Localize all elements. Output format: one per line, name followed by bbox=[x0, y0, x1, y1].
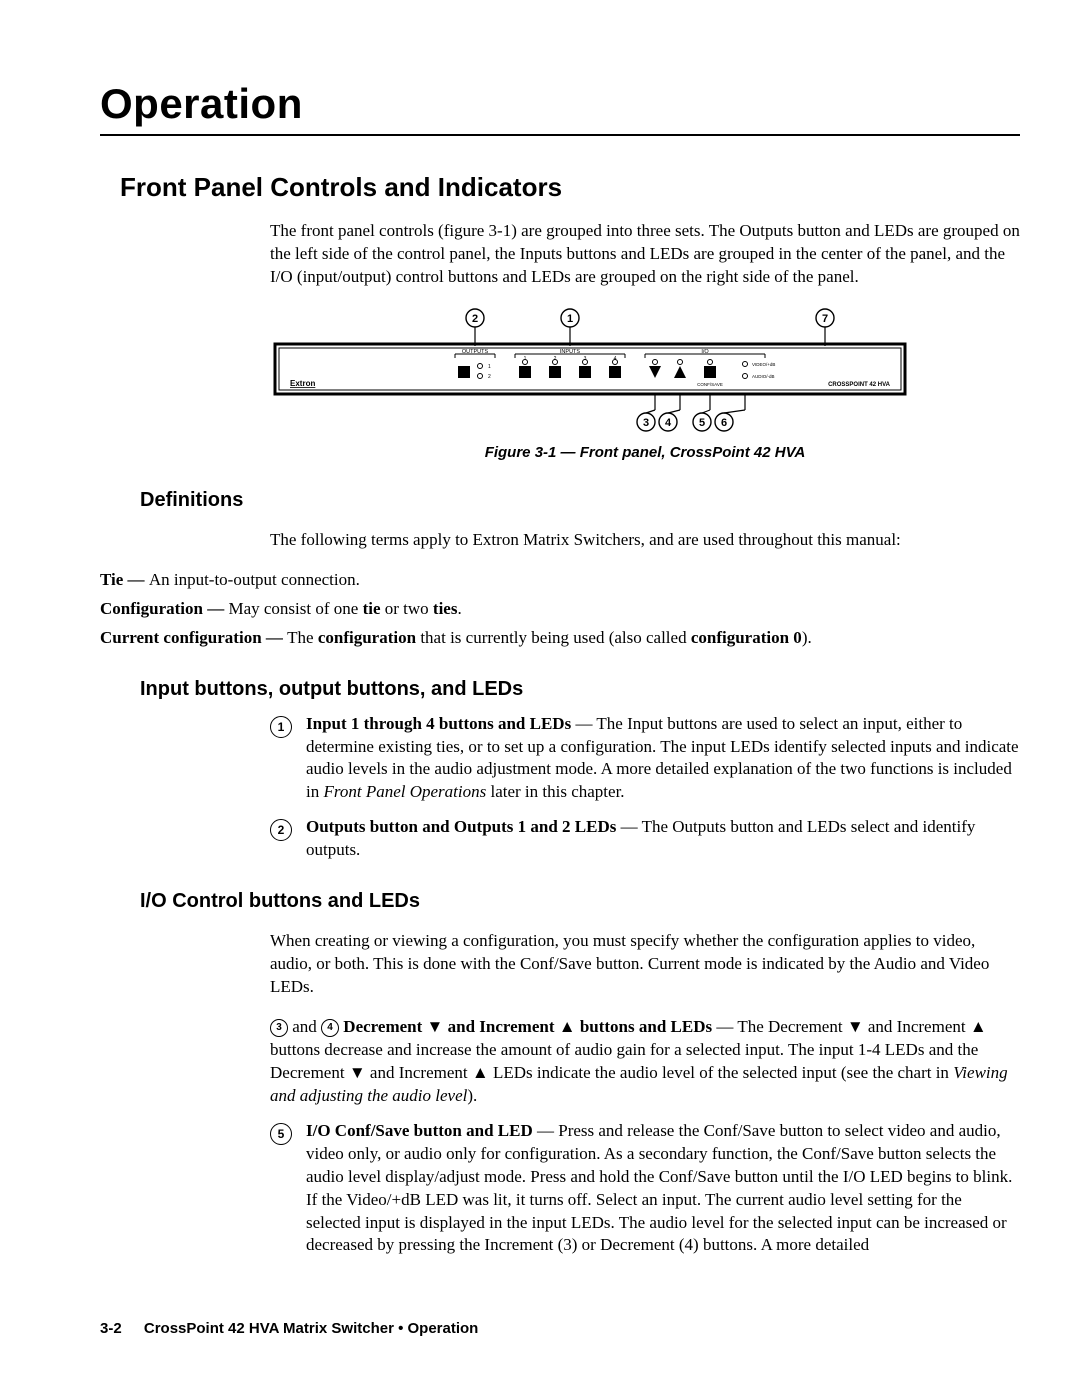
triangle-down-icon: ▼ bbox=[427, 1017, 444, 1036]
definitions-intro: The following terms apply to Extron Matr… bbox=[270, 529, 1020, 552]
io-label: I/O bbox=[701, 349, 709, 355]
callout-1: 1 bbox=[567, 313, 573, 325]
footer-title: CrossPoint 42 HVA Matrix Switcher • Oper… bbox=[144, 1320, 479, 1337]
callout-7: 7 bbox=[822, 313, 828, 325]
page-footer: 3-2 CrossPoint 42 HVA Matrix Switcher • … bbox=[100, 1320, 478, 1337]
out-led-2: 2 bbox=[488, 374, 491, 380]
page-number: 3-2 bbox=[100, 1320, 122, 1337]
callout-3: 3 bbox=[643, 417, 649, 429]
title-rule bbox=[100, 134, 1020, 136]
svg-text:2: 2 bbox=[554, 356, 557, 362]
item-2: 2 Outputs button and Outputs 1 and 2 LED… bbox=[270, 816, 1020, 862]
figure-3-1: 2 1 7 Extron CROSSPOINT 42 HVA OUTPUTS bbox=[270, 306, 1020, 461]
brand-label: Extron bbox=[290, 379, 315, 388]
intro-paragraph: The front panel controls (figure 3-1) ar… bbox=[270, 220, 1020, 289]
triangle-down-icon: ▼ bbox=[847, 1017, 864, 1036]
callout-2: 2 bbox=[472, 313, 478, 325]
page: Operation Front Panel Controls and Indic… bbox=[0, 0, 1080, 1397]
svg-text:3: 3 bbox=[584, 356, 587, 362]
def-tie: Tie — An input-to-output connection. bbox=[100, 569, 1020, 592]
callout-6: 6 bbox=[721, 417, 727, 429]
confsave-label: CONF/SAVE bbox=[697, 382, 723, 387]
model-label: CROSSPOINT 42 HVA bbox=[828, 382, 891, 388]
item-1: 1 Input 1 through 4 buttons and LEDs — T… bbox=[270, 713, 1020, 805]
callout-4: 4 bbox=[665, 417, 672, 429]
callout-5: 5 bbox=[699, 417, 705, 429]
out-led-1: 1 bbox=[488, 364, 491, 370]
def-current-configuration: Current configuration — The configuratio… bbox=[100, 627, 1020, 650]
figure-caption: Figure 3-1 — Front panel, CrossPoint 42 … bbox=[270, 444, 1020, 461]
badge-3: 3 bbox=[270, 1019, 288, 1037]
badge-4: 4 bbox=[321, 1019, 339, 1037]
video-label: VIDEO/+dB bbox=[752, 362, 775, 367]
inputs-label: INPUTS bbox=[560, 349, 581, 355]
audio-label: AUDIO/-dB bbox=[752, 374, 775, 379]
item-5: 5 I/O Conf/Save button and LED — Press a… bbox=[270, 1120, 1020, 1258]
section-front-panel: Front Panel Controls and Indicators bbox=[120, 172, 1020, 203]
triangle-down-icon: ▼ bbox=[349, 1063, 366, 1082]
io-intro: When creating or viewing a configuration… bbox=[270, 930, 1020, 999]
svg-text:1: 1 bbox=[524, 356, 527, 362]
def-configuration: Configuration — May consist of one tie o… bbox=[100, 598, 1020, 621]
front-panel-diagram: 2 1 7 Extron CROSSPOINT 42 HVA OUTPUTS bbox=[270, 306, 910, 436]
triangle-up-icon: ▲ bbox=[472, 1063, 489, 1082]
badge-2: 2 bbox=[270, 819, 292, 841]
input-buttons-heading: Input buttons, output buttons, and LEDs bbox=[140, 678, 1020, 701]
badge-1: 1 bbox=[270, 716, 292, 738]
triangle-up-icon: ▲ bbox=[970, 1017, 987, 1036]
chapter-title: Operation bbox=[100, 80, 1020, 128]
svg-text:4: 4 bbox=[614, 356, 617, 362]
item-3-4: 3 and 4 Decrement ▼ and Increment ▲ butt… bbox=[270, 1016, 1020, 1108]
triangle-up-icon: ▲ bbox=[559, 1017, 576, 1036]
outputs-label: OUTPUTS bbox=[462, 349, 489, 355]
definitions-heading: Definitions bbox=[140, 489, 1020, 512]
badge-5: 5 bbox=[270, 1123, 292, 1145]
io-control-heading: I/O Control buttons and LEDs bbox=[140, 890, 1020, 913]
